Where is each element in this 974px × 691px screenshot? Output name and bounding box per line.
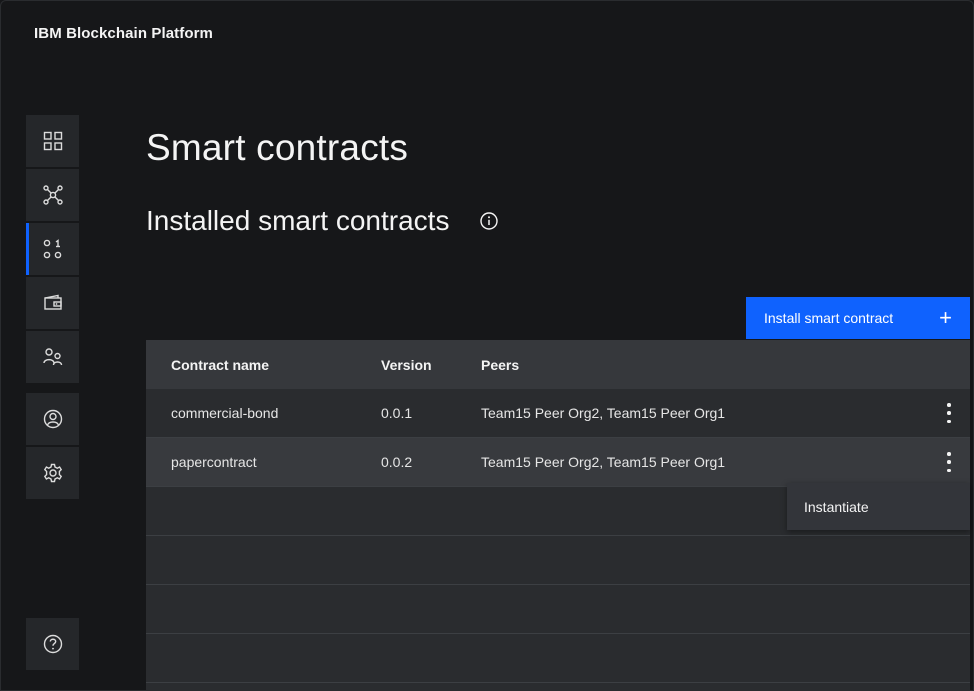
contract-peers: Team15 Peer Org2, Team15 Peer Org1 — [481, 454, 726, 470]
install-smart-contract-button[interactable]: Install smart contract + — [746, 297, 970, 339]
nav-wallet[interactable] — [26, 277, 79, 329]
dashboard-grid-icon — [43, 131, 62, 151]
info-icon[interactable] — [479, 211, 499, 231]
column-header-peers[interactable]: Peers — [481, 357, 519, 373]
users-icon — [42, 348, 62, 366]
page-title: Smart contracts — [146, 127, 409, 168]
overflow-menu-instantiate[interactable]: Instantiate — [787, 483, 970, 530]
empty-row — [146, 536, 970, 585]
table-header: Contract name Version Peers — [146, 340, 970, 389]
plus-icon: + — [939, 305, 952, 330]
install-button-label: Install smart contract — [764, 310, 894, 326]
empty-row — [146, 634, 970, 683]
contract-name: commercial-bond — [171, 405, 279, 421]
wallet-icon — [43, 294, 62, 310]
section-title: Installed smart contracts — [146, 205, 450, 236]
settings-gear-icon — [43, 463, 62, 483]
nav-dashboard[interactable] — [26, 115, 79, 167]
smart-contracts-icon — [43, 239, 61, 259]
menu-item-instantiate: Instantiate — [804, 498, 869, 515]
contract-name: papercontract — [171, 454, 257, 470]
table-row[interactable]: commercial-bond 0.0.1 Team15 Peer Org2, … — [146, 389, 970, 438]
column-header-version[interactable]: Version — [381, 357, 432, 373]
table-row[interactable]: papercontract 0.0.2 Team15 Peer Org2, Te… — [146, 438, 970, 487]
user-profile-icon — [43, 409, 62, 429]
nav-profile[interactable] — [26, 393, 79, 445]
contract-peers: Team15 Peer Org2, Team15 Peer Org1 — [481, 405, 726, 421]
help-icon — [43, 634, 62, 654]
contract-version: 0.0.1 — [381, 405, 413, 421]
brand-title: IBM Blockchain Platform — [34, 25, 213, 42]
empty-row — [146, 585, 970, 634]
nav-help[interactable] — [26, 618, 79, 670]
overflow-menu-icon[interactable] — [942, 452, 956, 472]
app-window: IBM Blockchain Platform Smart contracts … — [0, 0, 974, 691]
column-header-contract-name[interactable]: Contract name — [171, 357, 269, 373]
nav-settings[interactable] — [26, 447, 79, 499]
nav-nodes[interactable] — [26, 169, 79, 221]
overflow-menu-icon[interactable] — [942, 403, 956, 423]
nav-users[interactable] — [26, 331, 79, 383]
contract-version: 0.0.2 — [381, 454, 413, 470]
nav-smart-contracts[interactable] — [26, 223, 79, 275]
network-nodes-icon — [42, 185, 63, 205]
